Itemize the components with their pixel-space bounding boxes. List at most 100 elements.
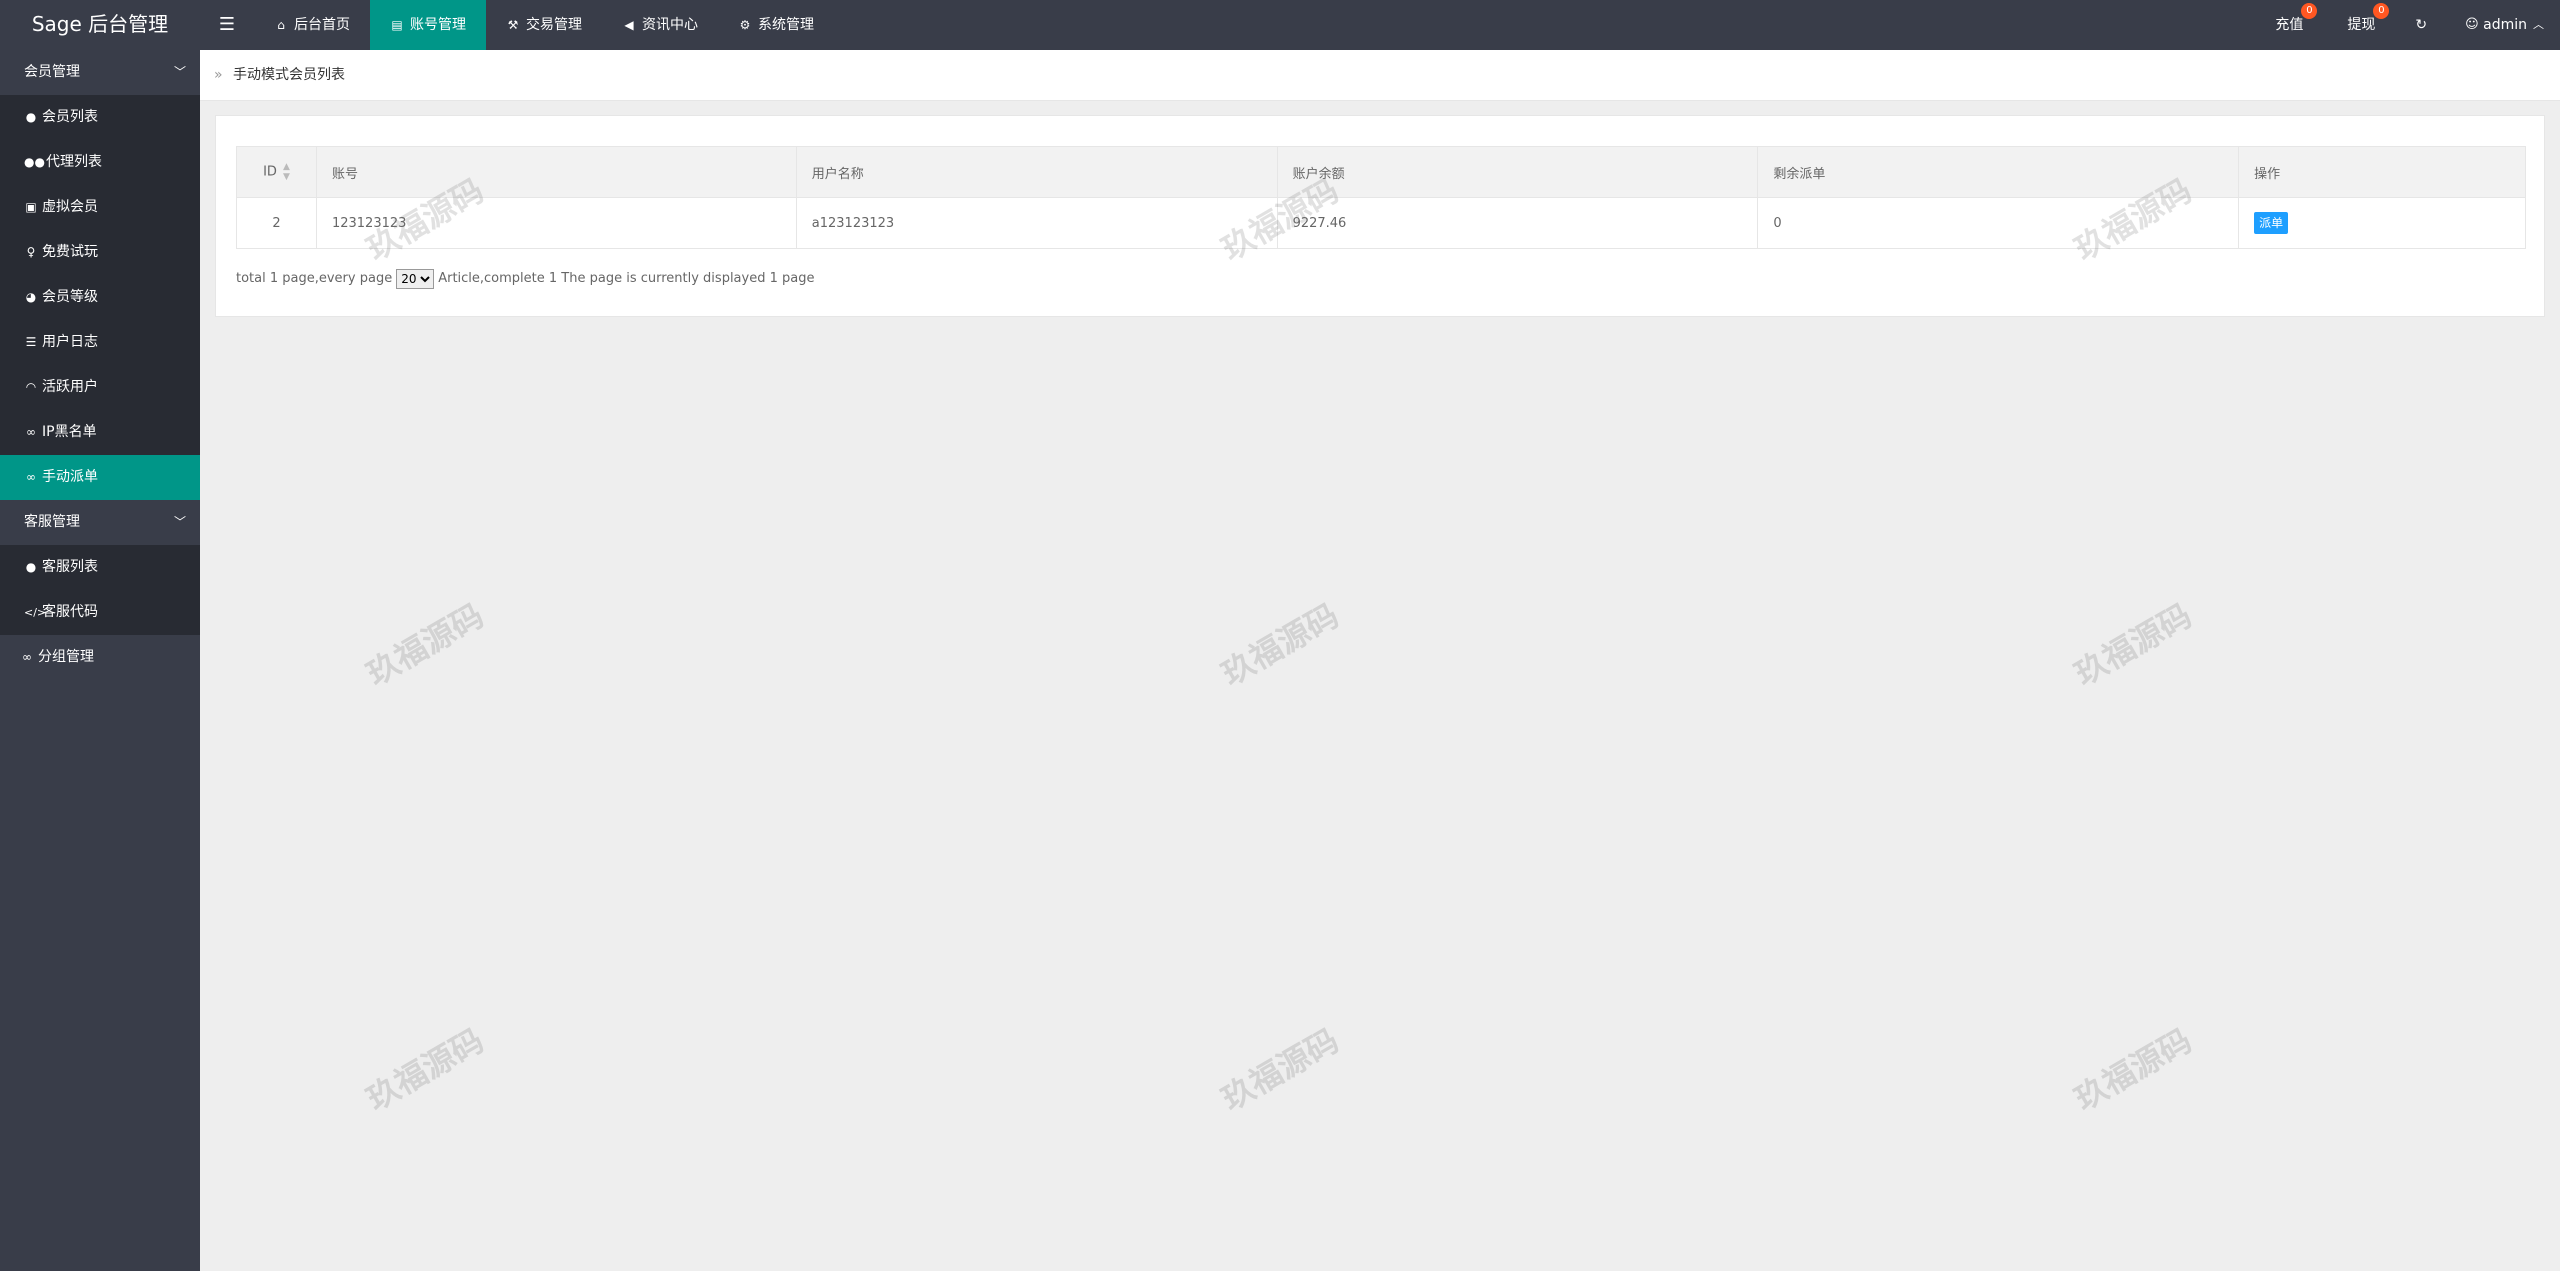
column-header-remaining: 剩余派单	[1757, 146, 2240, 198]
column-header-balance: 账户余额	[1276, 146, 1759, 198]
user-menu[interactable]: ☺ admin ︿	[2445, 0, 2560, 50]
table-row: 2 123123123 a123123123 9227.46 0 派单	[236, 197, 2526, 249]
sidebar-item-label: 会员列表	[42, 109, 98, 125]
sidebar-item-label: 手动派单	[42, 469, 98, 485]
sidebar-item-label: 分组管理	[38, 649, 94, 665]
withdraw-button[interactable]: 提现 0	[2325, 0, 2397, 50]
withdraw-label: 提现	[2347, 17, 2376, 33]
link-icon: ∞	[22, 650, 32, 664]
recharge-badge: 0	[2301, 3, 2318, 19]
user-icon: ●	[25, 110, 37, 124]
menu-toggle-button[interactable]: ☰	[200, 0, 254, 50]
cell-remaining: 0	[1757, 197, 2240, 249]
sidebar-submenu-service: ● 客服列表 </> 客服代码	[0, 545, 200, 635]
watermark: 玖福源码	[2068, 596, 2198, 694]
header-right-nav: 充值 0 提现 0 ↻ ☺ admin ︿	[2253, 0, 2560, 50]
code-icon: </>	[24, 606, 47, 619]
pager-suffix: Article,complete 1 The page is currently…	[438, 271, 815, 286]
dispatch-button[interactable]: 派单	[2254, 212, 2289, 234]
watermark: 玖福源码	[1215, 596, 1345, 694]
sidebar-item-user-log[interactable]: ☰ 用户日志	[0, 320, 200, 365]
nav-item-system[interactable]: ⚙ 系统管理	[718, 0, 834, 50]
sidebar-group-label: 客服管理	[24, 514, 80, 530]
sidebar-item-free-trial[interactable]: ♀ 免费试玩	[0, 230, 200, 275]
sidebar-item-label: 免费试玩	[42, 244, 98, 260]
user-secret-icon: ●	[25, 560, 37, 574]
pager-prefix: total 1 page,every page	[236, 271, 393, 286]
sidebar-item-label: 客服代码	[42, 604, 98, 620]
sidebar-item-label: 会员等级	[42, 289, 98, 305]
chevron-down-icon: ﹀	[173, 515, 186, 529]
recharge-button[interactable]: 充值 0	[2253, 0, 2325, 50]
bullhorn-icon: ◀	[624, 18, 634, 32]
watermark: 玖福源码	[360, 596, 490, 694]
lock-icon: ▣	[25, 200, 37, 214]
member-table: ID ▲ ▼ 账号 用户名称 账户余额 剩余派单 操作 2 123123123 a1…	[236, 146, 2526, 249]
table-header-row: ID ▲ ▼ 账号 用户名称 账户余额 剩余派单 操作	[236, 146, 2526, 198]
sort-icon[interactable]: ▲ ▼	[283, 162, 290, 182]
sidebar-item-agent-list[interactable]: ●● 代理列表	[0, 140, 200, 185]
column-header-id[interactable]: ID ▲ ▼	[236, 146, 317, 198]
chevron-up-icon: ︿	[2533, 18, 2544, 31]
sidebar-item-member-level[interactable]: ◕ 会员等级	[0, 275, 200, 320]
link-icon: ∞	[26, 425, 36, 439]
sidebar-item-virtual-member[interactable]: ▣ 虚拟会员	[0, 185, 200, 230]
sidebar-item-label: 活跃用户	[42, 379, 98, 395]
menu-icon: ☰	[218, 14, 236, 35]
users-icon: ●●	[24, 155, 45, 169]
sidebar-item-label: 代理列表	[46, 154, 102, 170]
refresh-icon: ↻	[2415, 17, 2428, 33]
person-icon: ♀	[26, 245, 36, 259]
nav-item-home[interactable]: ⌂ 后台首页	[254, 0, 370, 50]
home-icon: ⌂	[277, 18, 285, 32]
nav-item-label: 后台首页	[294, 17, 350, 33]
double-chevron-icon: »	[214, 67, 223, 83]
sidebar-item-label: 虚拟会员	[42, 199, 98, 215]
nav-item-label: 交易管理	[526, 17, 582, 33]
breadcrumb: » 手动模式会员列表	[200, 50, 2560, 101]
cell-balance: 9227.46	[1276, 197, 1759, 249]
withdraw-badge: 0	[2373, 3, 2390, 19]
user-name: admin	[2483, 17, 2527, 33]
cell-username: a123123123	[795, 197, 1278, 249]
sidebar-item-label: IP黑名单	[42, 424, 97, 440]
sidebar-item-group-management[interactable]: ∞ 分组管理	[0, 635, 200, 680]
sidebar-item-manual-dispatch[interactable]: ∞ 手动派单	[0, 455, 200, 500]
refresh-button[interactable]: ↻	[2397, 0, 2445, 50]
dashboard-icon: ◕	[25, 290, 37, 304]
watermark: 玖福源码	[1215, 1021, 1345, 1119]
breadcrumb-current: 手动模式会员列表	[233, 67, 346, 83]
sidebar: 会员管理 ﹀ ● 会员列表 ●● 代理列表 ▣ 虚拟会员 ♀ 免费试玩 ◕ 会员…	[0, 50, 200, 1271]
sidebar-item-service-code[interactable]: </> 客服代码	[0, 590, 200, 635]
nav-item-account[interactable]: ▤ 账号管理	[370, 0, 486, 50]
page-size-select[interactable]: 20	[396, 269, 435, 289]
sidebar-group-members[interactable]: 会员管理 ﹀	[0, 50, 200, 95]
id-card-icon: ▤	[391, 18, 403, 32]
content-panel: ID ▲ ▼ 账号 用户名称 账户余额 剩余派单 操作 2 123123123 a1…	[215, 115, 2545, 317]
recharge-label: 充值	[2275, 17, 2304, 33]
sidebar-group-label: 会员管理	[24, 64, 80, 80]
list-icon: ☰	[25, 335, 37, 349]
top-header: Sage 后台管理 ☰ ⌂ 后台首页 ▤ 账号管理 ⚒ 交易管理 ◀ 资讯中心 …	[0, 0, 2560, 50]
nav-item-news[interactable]: ◀ 资讯中心	[602, 0, 718, 50]
app-title: Sage 后台管理	[31, 12, 169, 36]
column-header-account: 账号	[315, 146, 797, 198]
nav-item-trade[interactable]: ⚒ 交易管理	[486, 0, 602, 50]
sidebar-item-ip-blacklist[interactable]: ∞ IP黑名单	[0, 410, 200, 455]
sidebar-item-service-list[interactable]: ● 客服列表	[0, 545, 200, 590]
pagination: total 1 page,every page 20 Article,compl…	[236, 268, 814, 290]
sidebar-item-active-users[interactable]: ◠ 活跃用户	[0, 365, 200, 410]
column-header-action: 操作	[2238, 146, 2526, 198]
nav-item-label: 账号管理	[410, 17, 466, 33]
sidebar-item-label: 用户日志	[42, 334, 98, 350]
gavel-icon: ⚒	[507, 18, 519, 32]
sidebar-item-member-list[interactable]: ● 会员列表	[0, 95, 200, 140]
top-nav: ⌂ 后台首页 ▤ 账号管理 ⚒ 交易管理 ◀ 资讯中心 ⚙ 系统管理	[254, 0, 834, 50]
nav-item-label: 资讯中心	[642, 17, 698, 33]
cell-action: 派单	[2238, 197, 2526, 249]
sidebar-item-label: 客服列表	[42, 559, 98, 575]
user-icon: ☺	[2465, 17, 2479, 32]
nav-item-label: 系统管理	[758, 17, 814, 33]
sidebar-group-service[interactable]: 客服管理 ﹀	[0, 500, 200, 545]
cell-account: 123123123	[315, 197, 797, 249]
